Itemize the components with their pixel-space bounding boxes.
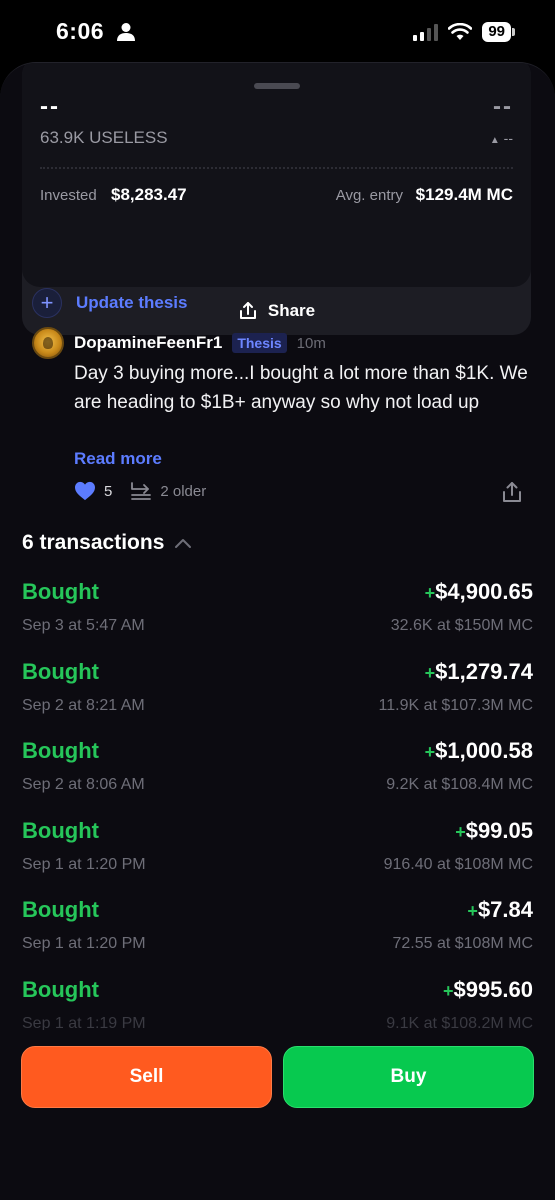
- transaction-type: Bought: [22, 658, 99, 684]
- transaction-type: Bought: [22, 738, 99, 764]
- transaction-date: Sep 1 at 1:20 PM: [22, 855, 146, 873]
- transaction-detail: 9.2K at $108.4M MC: [386, 776, 533, 794]
- bottom-action-bar: Sell Buy: [0, 1030, 555, 1200]
- status-bar: 6:06 99: [0, 0, 555, 64]
- transaction-date: Sep 1 at 1:20 PM: [22, 935, 146, 953]
- transaction-type: Bought: [22, 976, 99, 1002]
- update-thesis-label: Update thesis: [76, 293, 188, 312]
- transaction-amount: +$1,279.74: [424, 658, 533, 684]
- author-name[interactable]: DopamineFeenFr1: [74, 333, 222, 353]
- avg-entry-value: $129.4M MC: [415, 185, 513, 204]
- token-holding: 63.9K USELESS: [40, 128, 168, 147]
- transaction-row[interactable]: Bought +$99.05 Sep 1 at 1:20 PM 916.40 a…: [22, 814, 533, 894]
- like-count: 5: [104, 482, 113, 500]
- invested-value: $8,283.47: [111, 185, 187, 204]
- avatar[interactable]: [32, 327, 64, 359]
- older-theses-link[interactable]: 2 older: [160, 483, 206, 500]
- thesis-badge: Thesis: [232, 333, 287, 353]
- transaction-row[interactable]: Bought +$1,000.58 Sep 2 at 8:06 AM 9.2K …: [22, 734, 533, 814]
- transaction-date: Sep 2 at 8:21 AM: [22, 696, 145, 714]
- thesis-actions: 5 2 older: [74, 481, 206, 501]
- heart-icon[interactable]: [74, 481, 96, 501]
- avg-entry-label: Avg. entry: [335, 187, 403, 204]
- transaction-amount: +$7.84: [467, 897, 533, 923]
- position-summary: -- -- 63.9K USELESS ▲ -- Invested $8,283…: [22, 63, 531, 287]
- battery-icon: 99: [482, 22, 515, 42]
- share-label: Share: [267, 301, 316, 320]
- transaction-type: Bought: [22, 897, 99, 923]
- transaction-date: Sep 2 at 8:06 AM: [22, 776, 145, 794]
- transaction-detail: 32.6K at $150M MC: [390, 617, 533, 634]
- update-thesis-button[interactable]: + Update thesis: [32, 288, 187, 318]
- transaction-row[interactable]: Bought +$7.84 Sep 1 at 1:20 PM 72.55 at …: [22, 893, 533, 973]
- pnl-percent: ▲ --: [489, 130, 513, 146]
- transactions-list: Bought +$4,900.65 Sep 3 at 5:47 AM 32.6K…: [22, 575, 533, 1053]
- thread-icon: [131, 482, 152, 500]
- thesis-body: Day 3 buying more...I bought a lot more …: [74, 363, 528, 413]
- transaction-detail: 916.40 at $108M MC: [383, 855, 533, 873]
- transaction-type: Bought: [22, 579, 99, 604]
- share-post-icon[interactable]: [501, 481, 523, 503]
- chevron-up-icon: [175, 539, 192, 548]
- transaction-row[interactable]: Bought +$4,900.65 Sep 3 at 5:47 AM 32.6K…: [22, 575, 533, 655]
- transaction-amount: +$4,900.65: [424, 579, 533, 604]
- share-icon: [239, 302, 256, 319]
- buy-button[interactable]: Buy: [283, 1046, 534, 1108]
- transaction-amount: +$99.05: [455, 817, 533, 843]
- triangle-up-icon: ▲: [489, 135, 500, 146]
- read-more-link[interactable]: Read more: [74, 449, 162, 469]
- transaction-amount: +$1,000.58: [424, 738, 533, 764]
- transactions-toggle[interactable]: 6 transactions: [22, 531, 192, 555]
- transaction-detail: 72.55 at $108M MC: [392, 935, 533, 953]
- person-icon: [117, 23, 135, 41]
- transaction-detail: 11.9K at $107.3M MC: [378, 696, 533, 714]
- cellular-signal-icon: [413, 23, 439, 41]
- transaction-date: Sep 3 at 5:47 AM: [22, 617, 145, 634]
- divider: [40, 167, 513, 169]
- wifi-icon: [448, 23, 473, 40]
- position-pnl: --: [493, 93, 513, 120]
- sell-button[interactable]: Sell: [21, 1046, 272, 1108]
- status-time: 6:06: [56, 18, 105, 44]
- sheet-grabber[interactable]: [254, 83, 300, 89]
- position-value: --: [40, 93, 60, 120]
- post-time: 10m: [296, 334, 326, 352]
- transaction-type: Bought: [22, 817, 99, 843]
- transactions-title: 6 transactions: [22, 531, 165, 554]
- invested-label: Invested: [40, 187, 97, 204]
- transaction-row[interactable]: Bought +$1,279.74 Sep 2 at 8:21 AM 11.9K…: [22, 655, 533, 735]
- transaction-amount: +$995.60: [442, 976, 533, 1002]
- plus-icon: +: [32, 288, 62, 318]
- battery-level: 99: [482, 22, 511, 42]
- thesis-author-row: DopamineFeenFr1 Thesis 10m: [32, 327, 326, 359]
